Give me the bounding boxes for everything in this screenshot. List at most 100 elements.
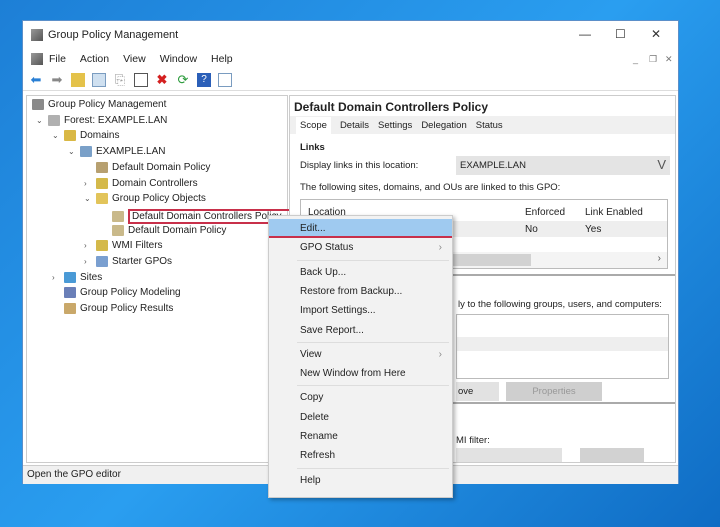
forward-icon[interactable]: ➡ [50, 72, 64, 87]
tab-scope[interactable]: Scope [296, 116, 331, 134]
chevron-right-icon[interactable]: › [52, 273, 55, 282]
tree-item[interactable]: › Sites [52, 271, 103, 283]
tree-item[interactable]: Default Domain Policy [96, 161, 210, 173]
context-menu-item[interactable]: Refresh [269, 446, 452, 465]
security-filter-list[interactable] [456, 314, 669, 379]
col-link-enabled[interactable]: Link Enabled [585, 207, 643, 218]
chevron-right-icon[interactable]: › [84, 241, 87, 250]
up-folder-icon[interactable] [71, 72, 85, 87]
wmi-filter-label: MI filter: [456, 435, 490, 446]
tree-item[interactable]: ⌄ Group Policy Objects [84, 193, 206, 205]
menu-separator [297, 385, 449, 387]
link-enabled-cell: Yes [585, 224, 602, 235]
paste-icon[interactable] [134, 72, 148, 87]
list-item[interactable] [457, 337, 668, 351]
tree-item-label: Starter GPOs [112, 256, 173, 267]
maximize-button[interactable]: ☐ [615, 27, 626, 41]
remove-button[interactable]: ove [456, 382, 499, 401]
menu-item-label: New Window from Here [300, 368, 406, 380]
col-enforced[interactable]: Enforced [525, 207, 565, 218]
properties-icon[interactable] [218, 72, 232, 87]
back-icon[interactable]: ⬅ [29, 72, 43, 87]
tree-item[interactable]: ⌄ Domains [52, 130, 119, 142]
tree-item-label: Group Policy Modeling [80, 287, 181, 299]
menu-file[interactable]: File [49, 53, 66, 65]
delete-icon[interactable]: ✖ [155, 72, 169, 87]
chevron-down-icon[interactable]: ⌄ [68, 147, 75, 156]
context-menu-item[interactable]: Back Up... [269, 263, 452, 282]
context-menu-item[interactable]: Copy [269, 388, 452, 407]
chevron-right-icon[interactable]: › [84, 257, 87, 266]
tree-item-label: Sites [80, 271, 103, 283]
child-close-icon[interactable]: ✕ [665, 54, 673, 65]
context-menu-item[interactable]: Restore from Backup... [269, 282, 452, 301]
context-menu-item[interactable]: Save Report... [269, 321, 452, 340]
wmi-filter-dropdown[interactable] [456, 448, 562, 462]
context-menu-item[interactable]: New Window from Here [269, 364, 452, 383]
chevron-down-icon[interactable]: ⌄ [36, 116, 43, 125]
tree-item[interactable]: › Starter GPOs [84, 256, 173, 267]
menu-app-icon [31, 53, 43, 65]
context-menu-item[interactable]: Rename [269, 427, 452, 446]
menu-separator [297, 467, 449, 469]
menu-help[interactable]: Help [211, 53, 233, 65]
chevron-right-icon[interactable]: › [84, 179, 87, 188]
menu-item-label: Import Settings... [300, 305, 376, 317]
context-menu-item[interactable]: Help [269, 471, 452, 490]
links-heading: Links [300, 142, 325, 153]
child-restore-icon[interactable]: ❐ [649, 54, 657, 65]
menu-item-label: View [300, 348, 322, 360]
menu-item-label: Save Report... [300, 324, 364, 336]
chevron-down-icon[interactable]: ⌄ [52, 131, 59, 140]
properties-button[interactable]: Properties [506, 382, 602, 401]
child-minimize-icon[interactable]: _ [633, 54, 638, 64]
tree-item[interactable]: Default Domain Policy [112, 224, 227, 236]
refresh-icon[interactable]: ⟳ [176, 72, 190, 87]
tree-pane: Group Policy Management ⌄ Forest: EXAMPLE.… [26, 95, 298, 463]
tab-status[interactable]: Status [476, 120, 503, 131]
tree-node-icon [96, 240, 108, 252]
open-button[interactable] [580, 448, 644, 462]
chevron-down-icon[interactable]: ⌄ [84, 194, 91, 203]
menu-bar: File Action View Window Help _ ❐ ✕ [23, 49, 678, 69]
context-menu-item[interactable]: Import Settings... [269, 301, 452, 320]
close-button[interactable]: ✕ [651, 27, 661, 41]
tab-settings[interactable]: Settings [378, 120, 412, 131]
toolbar: ⬅ ➡ ⎘ ✖ ⟳ ? [23, 69, 678, 91]
tree-item[interactable]: Group Policy Modeling [64, 287, 181, 299]
tree-item[interactable]: Group Policy Results [64, 303, 173, 315]
chevron-down-icon: V [657, 157, 666, 172]
tree-item[interactable]: › Domain Controllers [84, 177, 198, 189]
menu-action[interactable]: Action [80, 53, 109, 65]
tree-item-label: EXAMPLE.LAN [96, 146, 166, 158]
menu-view[interactable]: View [123, 53, 146, 65]
show-hide-tree-icon[interactable] [92, 72, 106, 87]
tree-item-label: Default Domain Policy [128, 224, 227, 236]
context-menu-item[interactable]: View › [269, 345, 452, 364]
minimize-button[interactable]: — [579, 27, 591, 41]
tree-item[interactable]: ⌄ EXAMPLE.LAN [68, 146, 166, 158]
copy-icon[interactable]: ⎘ [113, 72, 127, 87]
tree-node-icon [96, 256, 108, 267]
display-links-label: Display links in this location: [300, 160, 419, 171]
tab-delegation[interactable]: Delegation [421, 120, 466, 131]
tree-node-icon [112, 224, 124, 236]
context-menu-item[interactable]: Delete [269, 408, 452, 427]
tree-node-icon [32, 99, 44, 110]
menu-item-label: Help [300, 474, 321, 486]
window-title: Group Policy Management [48, 29, 179, 41]
tree-node-icon [64, 271, 76, 283]
location-dropdown[interactable]: EXAMPLE.LAN V [456, 156, 670, 175]
tree-item[interactable]: Group Policy Management [32, 99, 166, 110]
tree-item[interactable]: ⌄ Forest: EXAMPLE.LAN [36, 114, 167, 126]
scroll-right-icon[interactable]: › [658, 253, 661, 264]
context-menu-item[interactable]: Edit... [269, 219, 452, 238]
help-icon[interactable]: ? [197, 72, 211, 87]
context-menu-item[interactable]: GPO Status › [269, 238, 452, 257]
tree-item[interactable]: › WMI Filters [84, 240, 163, 252]
menu-window[interactable]: Window [160, 53, 197, 65]
tree-node-icon [96, 177, 108, 189]
tree-item-label: WMI Filters [112, 240, 163, 252]
menu-item-label: Refresh [300, 450, 336, 462]
tab-details[interactable]: Details [340, 120, 369, 131]
